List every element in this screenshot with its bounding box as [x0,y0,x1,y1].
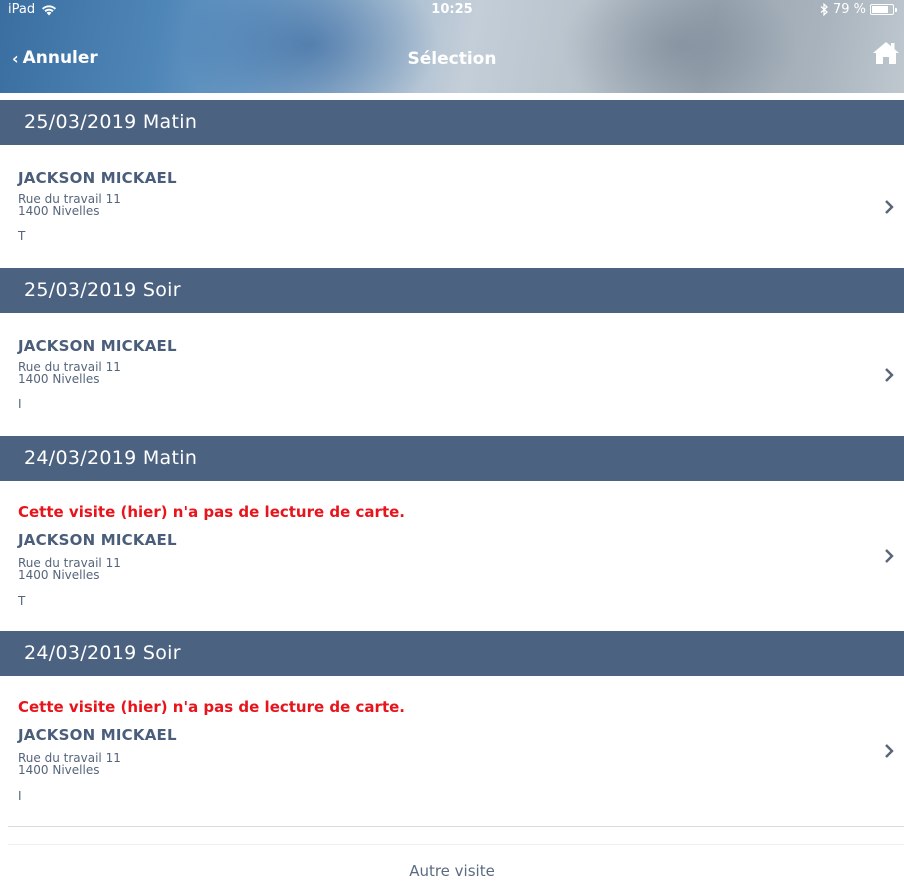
visit-code: I [18,789,22,803]
patient-address: Rue du travail 11 1400 Nivelles [18,193,121,217]
section-header: 24/03/2019 Soir [0,631,904,676]
patient-address: Rue du travail 11 1400 Nivelles [18,752,121,776]
visit-code: I [18,397,22,411]
chevron-right-icon [885,367,894,382]
address-line2: 1400 Nivelles [18,763,100,777]
warning-message: Cette visite (hier) n'a pas de lecture d… [18,503,405,521]
patient-address: Rue du travail 11 1400 Nivelles [18,557,121,581]
section-header: 24/03/2019 Matin [0,436,904,481]
patient-name: JACKSON MICKAEL [18,531,177,549]
battery-icon [870,4,897,15]
patient-address: Rue du travail 11 1400 Nivelles [18,361,121,385]
status-bar: iPad 10:25 79 % [0,0,904,20]
visit-code: T [18,594,26,608]
patient-name: JACKSON MICKAEL [18,726,177,744]
battery-fill [872,6,888,13]
app-header: iPad 10:25 79 % ‹ Annuler Sélection [0,0,904,93]
page-title: Sélection [407,49,497,69]
section-header: 25/03/2019 Soir [0,268,904,313]
chevron-right-icon [885,199,894,214]
battery-percent: 79 % [832,2,866,17]
status-time: 10:25 [431,2,473,17]
address-line2: 1400 Nivelles [18,372,100,386]
visit-row[interactable]: Cette visite (hier) n'a pas de lecture d… [0,481,904,631]
section-header: 25/03/2019 Matin [0,100,904,145]
list-divider [8,826,904,827]
chevron-right-icon [885,549,894,563]
visit-list: 25/03/2019 Matin JACKSON MICKAEL Rue du … [0,100,904,826]
address-line2: 1400 Nivelles [18,204,100,218]
chevron-right-icon [885,744,894,758]
home-icon[interactable] [872,40,900,66]
warning-message: Cette visite (hier) n'a pas de lecture d… [18,698,405,716]
patient-name: JACKSON MICKAEL [18,169,177,187]
visit-row[interactable]: Cette visite (hier) n'a pas de lecture d… [0,676,904,826]
visit-row[interactable]: JACKSON MICKAEL Rue du travail 11 1400 N… [0,145,904,268]
visit-row[interactable]: JACKSON MICKAEL Rue du travail 11 1400 N… [0,313,904,436]
bluetooth-icon [820,3,828,16]
patient-name: JACKSON MICKAEL [18,337,177,355]
status-right: 79 % [820,2,897,17]
address-line2: 1400 Nivelles [18,568,100,582]
footer-divider [8,844,904,845]
other-visit-button[interactable]: Autre visite [0,862,904,880]
visit-code: T [18,229,26,243]
